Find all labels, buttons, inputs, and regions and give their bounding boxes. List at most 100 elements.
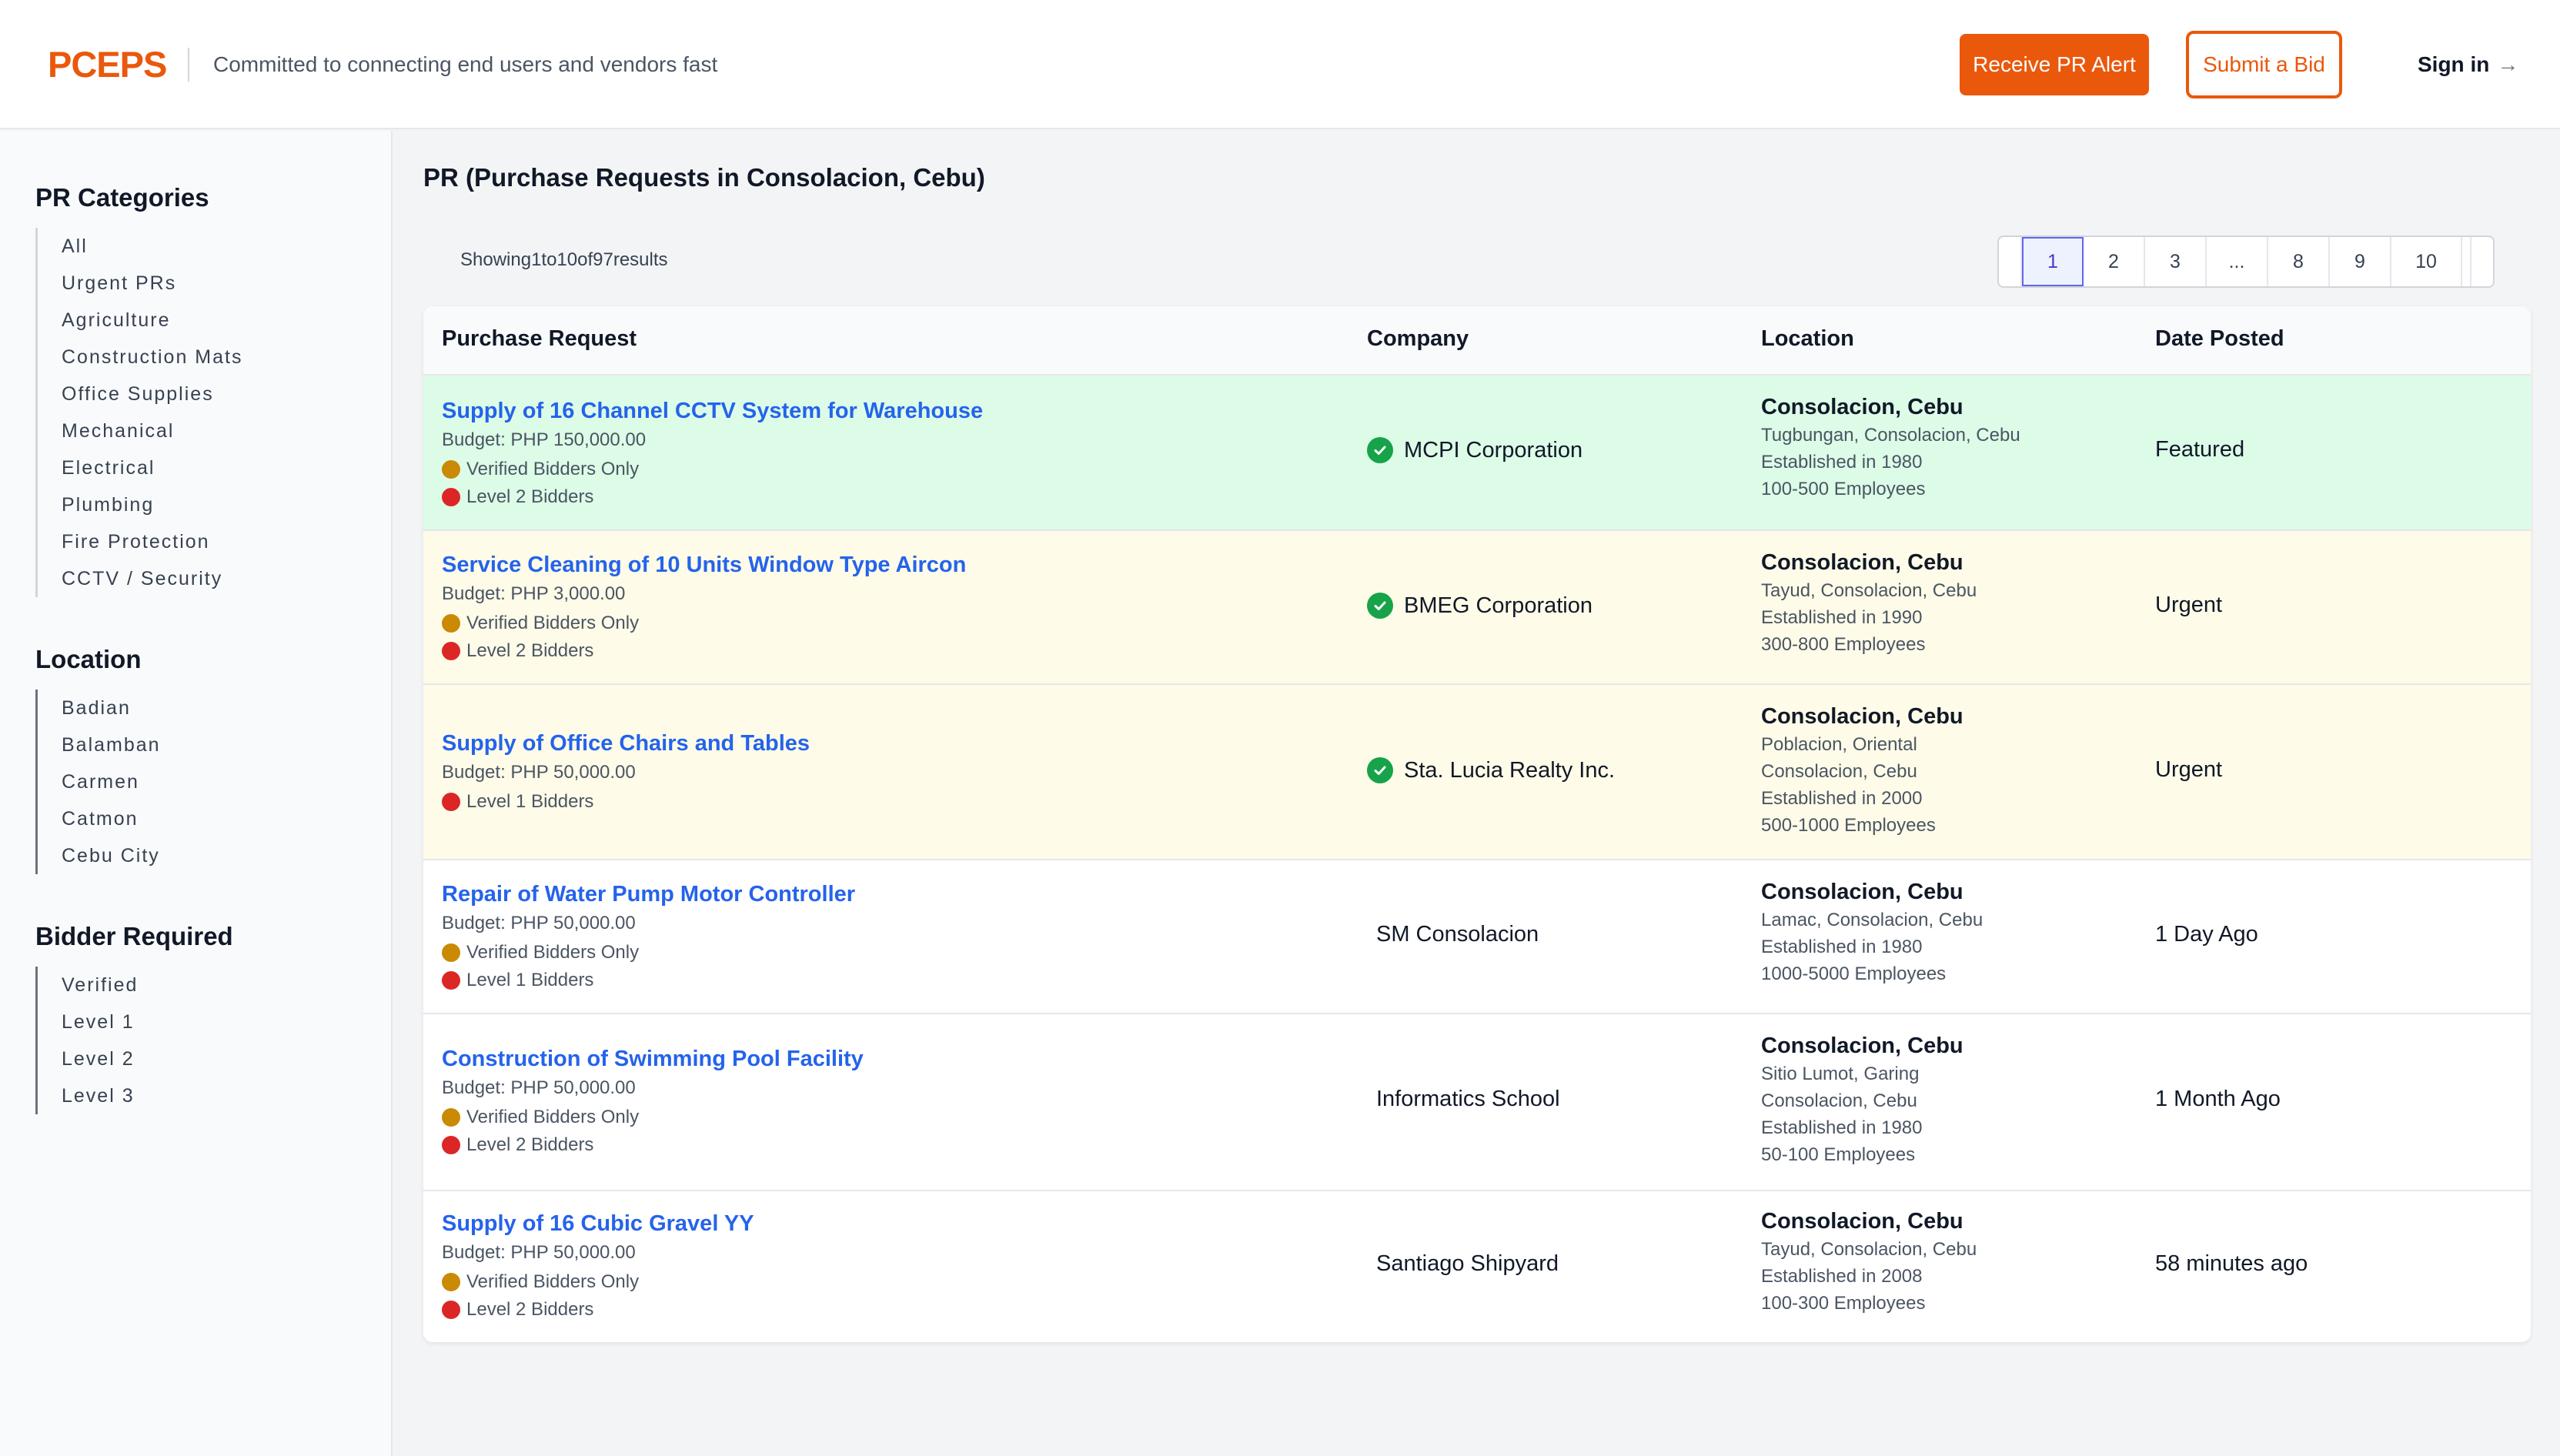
purchase-requests-table: Purchase Request Company Location Date P… <box>423 306 2531 1342</box>
pr-budget: Budget: PHP 50,000.00 <box>442 762 636 783</box>
category-item[interactable]: All <box>62 228 242 265</box>
top-header: PCEPS Committed to connecting end users … <box>0 0 2560 129</box>
pagination-next[interactable] <box>2470 237 2493 286</box>
company-cell: BMEG Corporation <box>1367 593 1592 619</box>
red-dot-icon <box>442 1136 460 1154</box>
bidder-item[interactable]: Level 2 <box>62 1040 138 1077</box>
pagination-prev[interactable] <box>1999 237 2022 286</box>
date-posted: 1 Day Ago <box>2155 922 2258 947</box>
pagination: 1 2 3 ... 8 9 10 <box>1997 235 2495 288</box>
pr-title-link[interactable]: Construction of Swimming Pool Facility <box>442 1047 864 1072</box>
categories-list: All Urgent PRs Agriculture Construction … <box>35 228 242 597</box>
bidder-list: Verified Level 1 Level 2 Level 3 <box>35 967 138 1114</box>
company-name: Sta. Lucia Realty Inc. <box>1404 757 1616 783</box>
location-item[interactable]: Carmen <box>62 763 161 800</box>
location-established: Established in 1990 <box>1761 607 1923 628</box>
date-posted: Urgent <box>2155 593 2223 617</box>
category-item[interactable]: Construction Mats <box>62 339 242 376</box>
pr-budget: Budget: PHP 150,000.00 <box>442 429 647 450</box>
category-item[interactable]: Electrical <box>62 449 242 486</box>
location-address: Tugbungan, Consolacion, Cebu <box>1761 425 2020 446</box>
sign-in-label: Sign in <box>2418 52 2490 76</box>
bidder-item[interactable]: Verified <box>62 967 138 1004</box>
location-item[interactable]: Balamban <box>62 726 161 763</box>
company-cell: SM Consolacion <box>1376 922 1539 947</box>
company-cell: Sta. Lucia Realty Inc. <box>1367 757 1615 783</box>
receive-pr-alert-button[interactable]: Receive PR Alert <box>1960 34 2149 95</box>
page-button[interactable]: 8 <box>2268 237 2330 286</box>
category-item[interactable]: Urgent PRs <box>62 265 242 302</box>
location-employees: 100-300 Employees <box>1761 1293 1926 1314</box>
location-address: Consolacion, Cebu <box>1761 1090 1917 1111</box>
table-row[interactable]: Repair of Water Pump Motor Controller Bu… <box>423 859 2531 1013</box>
page-button[interactable]: 1 <box>2022 237 2084 286</box>
sign-in-link[interactable]: Sign in → <box>2418 51 2518 78</box>
category-item[interactable]: Mechanical <box>62 412 242 449</box>
red-dot-icon <box>442 793 460 811</box>
amber-dot-icon <box>442 943 460 962</box>
location-list: Badian Balamban Carmen Catmon Cebu City <box>35 690 161 874</box>
bidder-item[interactable]: Level 1 <box>62 1004 138 1040</box>
category-item[interactable]: Fire Protection <box>62 523 242 560</box>
pr-title-link[interactable]: Supply of 16 Channel CCTV System for War… <box>442 399 983 424</box>
table-row[interactable]: Supply of 16 Channel CCTV System for War… <box>423 374 2531 529</box>
verified-check-icon <box>1367 757 1393 783</box>
pr-tag: Verified Bidders Only <box>442 459 639 480</box>
pr-title-link[interactable]: Service Cleaning of 10 Units Window Type… <box>442 553 966 578</box>
page-ellipsis: ... <box>2207 237 2268 286</box>
pr-title-link[interactable]: Supply of 16 Cubic Gravel YY <box>442 1211 754 1237</box>
company-name: MCPI Corporation <box>1404 437 1583 463</box>
category-item[interactable]: Agriculture <box>62 302 242 339</box>
location-item[interactable]: Badian <box>62 690 161 726</box>
pr-tag: Level 2 Bidders <box>442 640 593 662</box>
location-address: Consolacion, Cebu <box>1761 761 1917 782</box>
categories-heading: PR Categories <box>35 183 209 212</box>
location-established: Established in 1980 <box>1761 937 1923 957</box>
location-established: Established in 1980 <box>1761 1117 1923 1138</box>
location-city: Consolacion, Cebu <box>1761 395 1963 419</box>
filter-sidebar: PR Categories All Urgent PRs Agriculture… <box>0 131 393 1456</box>
date-posted: 1 Month Ago <box>2155 1087 2281 1111</box>
pr-tag: Verified Bidders Only <box>442 613 639 634</box>
table-row[interactable]: Service Cleaning of 10 Units Window Type… <box>423 529 2531 683</box>
arrow-right-icon: → <box>2497 52 2519 76</box>
company-name: Santiago Shipyard <box>1376 1251 1559 1276</box>
location-cell: Consolacion, Cebu Tayud, Consolacion, Ce… <box>1761 1207 1977 1317</box>
category-item[interactable]: Office Supplies <box>62 376 242 412</box>
location-city: Consolacion, Cebu <box>1761 550 1963 575</box>
location-established: Established in 2008 <box>1761 1266 1923 1287</box>
table-row[interactable]: Supply of 16 Cubic Gravel YY Budget: PHP… <box>423 1190 2531 1342</box>
pr-tag: Verified Bidders Only <box>442 1107 639 1128</box>
location-employees: 50-100 Employees <box>1761 1144 1916 1165</box>
location-item[interactable]: Cebu City <box>62 837 161 874</box>
brand-logo[interactable]: PCEPS <box>48 43 167 85</box>
location-city: Consolacion, Cebu <box>1761 1209 1963 1234</box>
amber-dot-icon <box>442 614 460 633</box>
amber-dot-icon <box>442 460 460 479</box>
submit-bid-button[interactable]: Submit a Bid <box>2186 31 2342 99</box>
red-dot-icon <box>442 1301 460 1319</box>
location-address: Tayud, Consolacion, Cebu <box>1761 580 1977 601</box>
bidder-item[interactable]: Level 3 <box>62 1077 138 1114</box>
page-button[interactable]: 9 <box>2330 237 2391 286</box>
pr-budget: Budget: PHP 3,000.00 <box>442 583 626 604</box>
location-cell: Consolacion, Cebu Tayud, Consolacion, Ce… <box>1761 548 1977 658</box>
pr-tag: Level 2 Bidders <box>442 1134 593 1156</box>
table-header: Purchase Request Company Location Date P… <box>423 306 2531 374</box>
page-button[interactable]: 2 <box>2084 237 2145 286</box>
table-row[interactable]: Supply of Office Chairs and Tables Budge… <box>423 683 2531 859</box>
page-button[interactable]: 3 <box>2145 237 2207 286</box>
location-cell: Consolacion, Cebu Poblacion, Oriental Co… <box>1761 702 1963 839</box>
company-cell: Santiago Shipyard <box>1376 1251 1559 1277</box>
location-item[interactable]: Catmon <box>62 800 161 837</box>
category-item[interactable]: Plumbing <box>62 486 242 523</box>
location-employees: 500-1000 Employees <box>1761 815 1936 836</box>
table-row[interactable]: Construction of Swimming Pool Facility B… <box>423 1013 2531 1190</box>
category-item[interactable]: CCTV / Security <box>62 560 242 597</box>
location-address: Sitio Lumot, Garing <box>1761 1064 1920 1084</box>
page-button[interactable]: 10 <box>2391 237 2462 286</box>
column-header: Date Posted <box>2155 326 2284 351</box>
company-name: SM Consolacion <box>1376 922 1539 947</box>
pr-title-link[interactable]: Repair of Water Pump Motor Controller <box>442 882 855 907</box>
pr-title-link[interactable]: Supply of Office Chairs and Tables <box>442 731 810 756</box>
